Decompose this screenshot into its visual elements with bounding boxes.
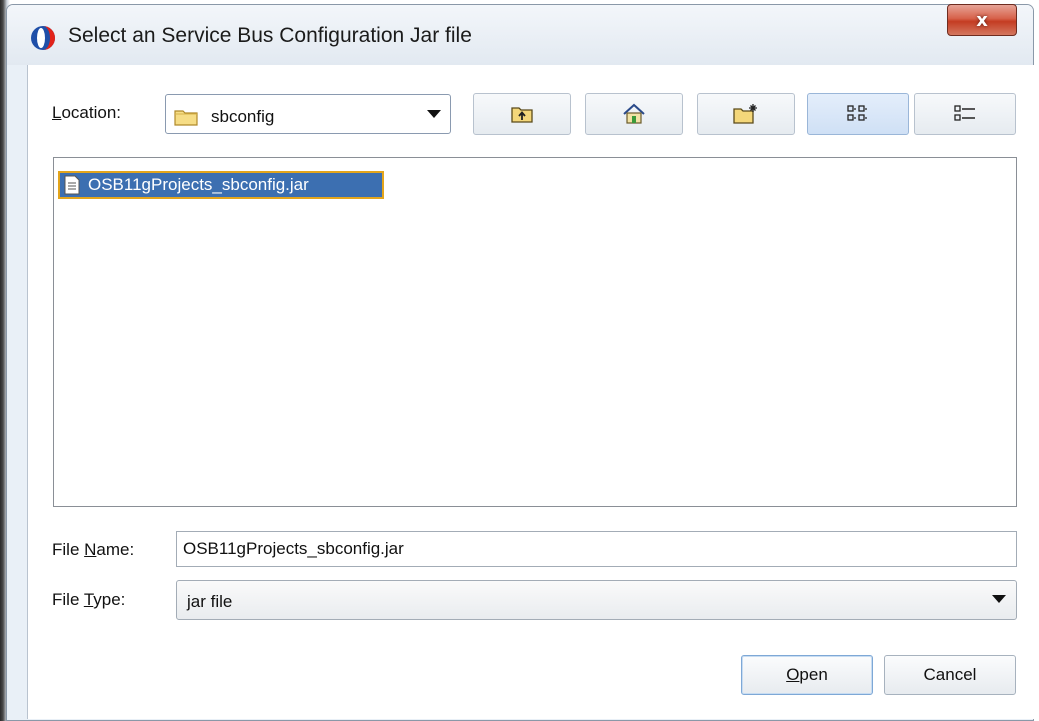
file-list[interactable] [53, 157, 1017, 507]
new-folder-icon [733, 104, 757, 124]
folder-icon [174, 110, 198, 126]
cancel-button[interactable]: Cancel [884, 655, 1016, 695]
app-logo-icon [31, 26, 55, 50]
up-one-level-button[interactable] [473, 93, 571, 135]
details-view-button[interactable] [914, 93, 1016, 135]
chevron-down-icon[interactable] [992, 595, 1006, 603]
location-dropdown[interactable] [165, 94, 451, 134]
close-icon: x [976, 9, 988, 31]
home-icon [623, 103, 645, 124]
file-name-input[interactable] [176, 531, 1017, 567]
file-type-value: jar file [187, 592, 233, 611]
window-title: Select an Service Bus Configuration Jar … [68, 24, 472, 47]
details-view-icon [954, 105, 975, 121]
location-value: sbconfig [211, 107, 275, 126]
close-button[interactable]: x [947, 4, 1017, 36]
new-folder-button[interactable] [697, 93, 795, 135]
file-type-dropdown[interactable] [176, 580, 1017, 620]
location-label: Location: [52, 103, 122, 122]
home-button[interactable] [585, 93, 683, 135]
list-item[interactable]: OSB11gProjects_sbconfig.jar [58, 171, 384, 199]
chevron-down-icon[interactable] [427, 110, 441, 118]
document-icon [64, 175, 80, 195]
list-view-icon [847, 105, 867, 121]
file-name-text: OSB11gProjects_sbconfig.jar [88, 175, 309, 194]
file-type-label: File Type: [52, 590, 126, 609]
folder-up-icon [511, 107, 533, 123]
open-button[interactable]: Open [741, 655, 873, 695]
file-name-label: File Name: [52, 540, 135, 559]
list-view-button[interactable] [807, 93, 909, 135]
